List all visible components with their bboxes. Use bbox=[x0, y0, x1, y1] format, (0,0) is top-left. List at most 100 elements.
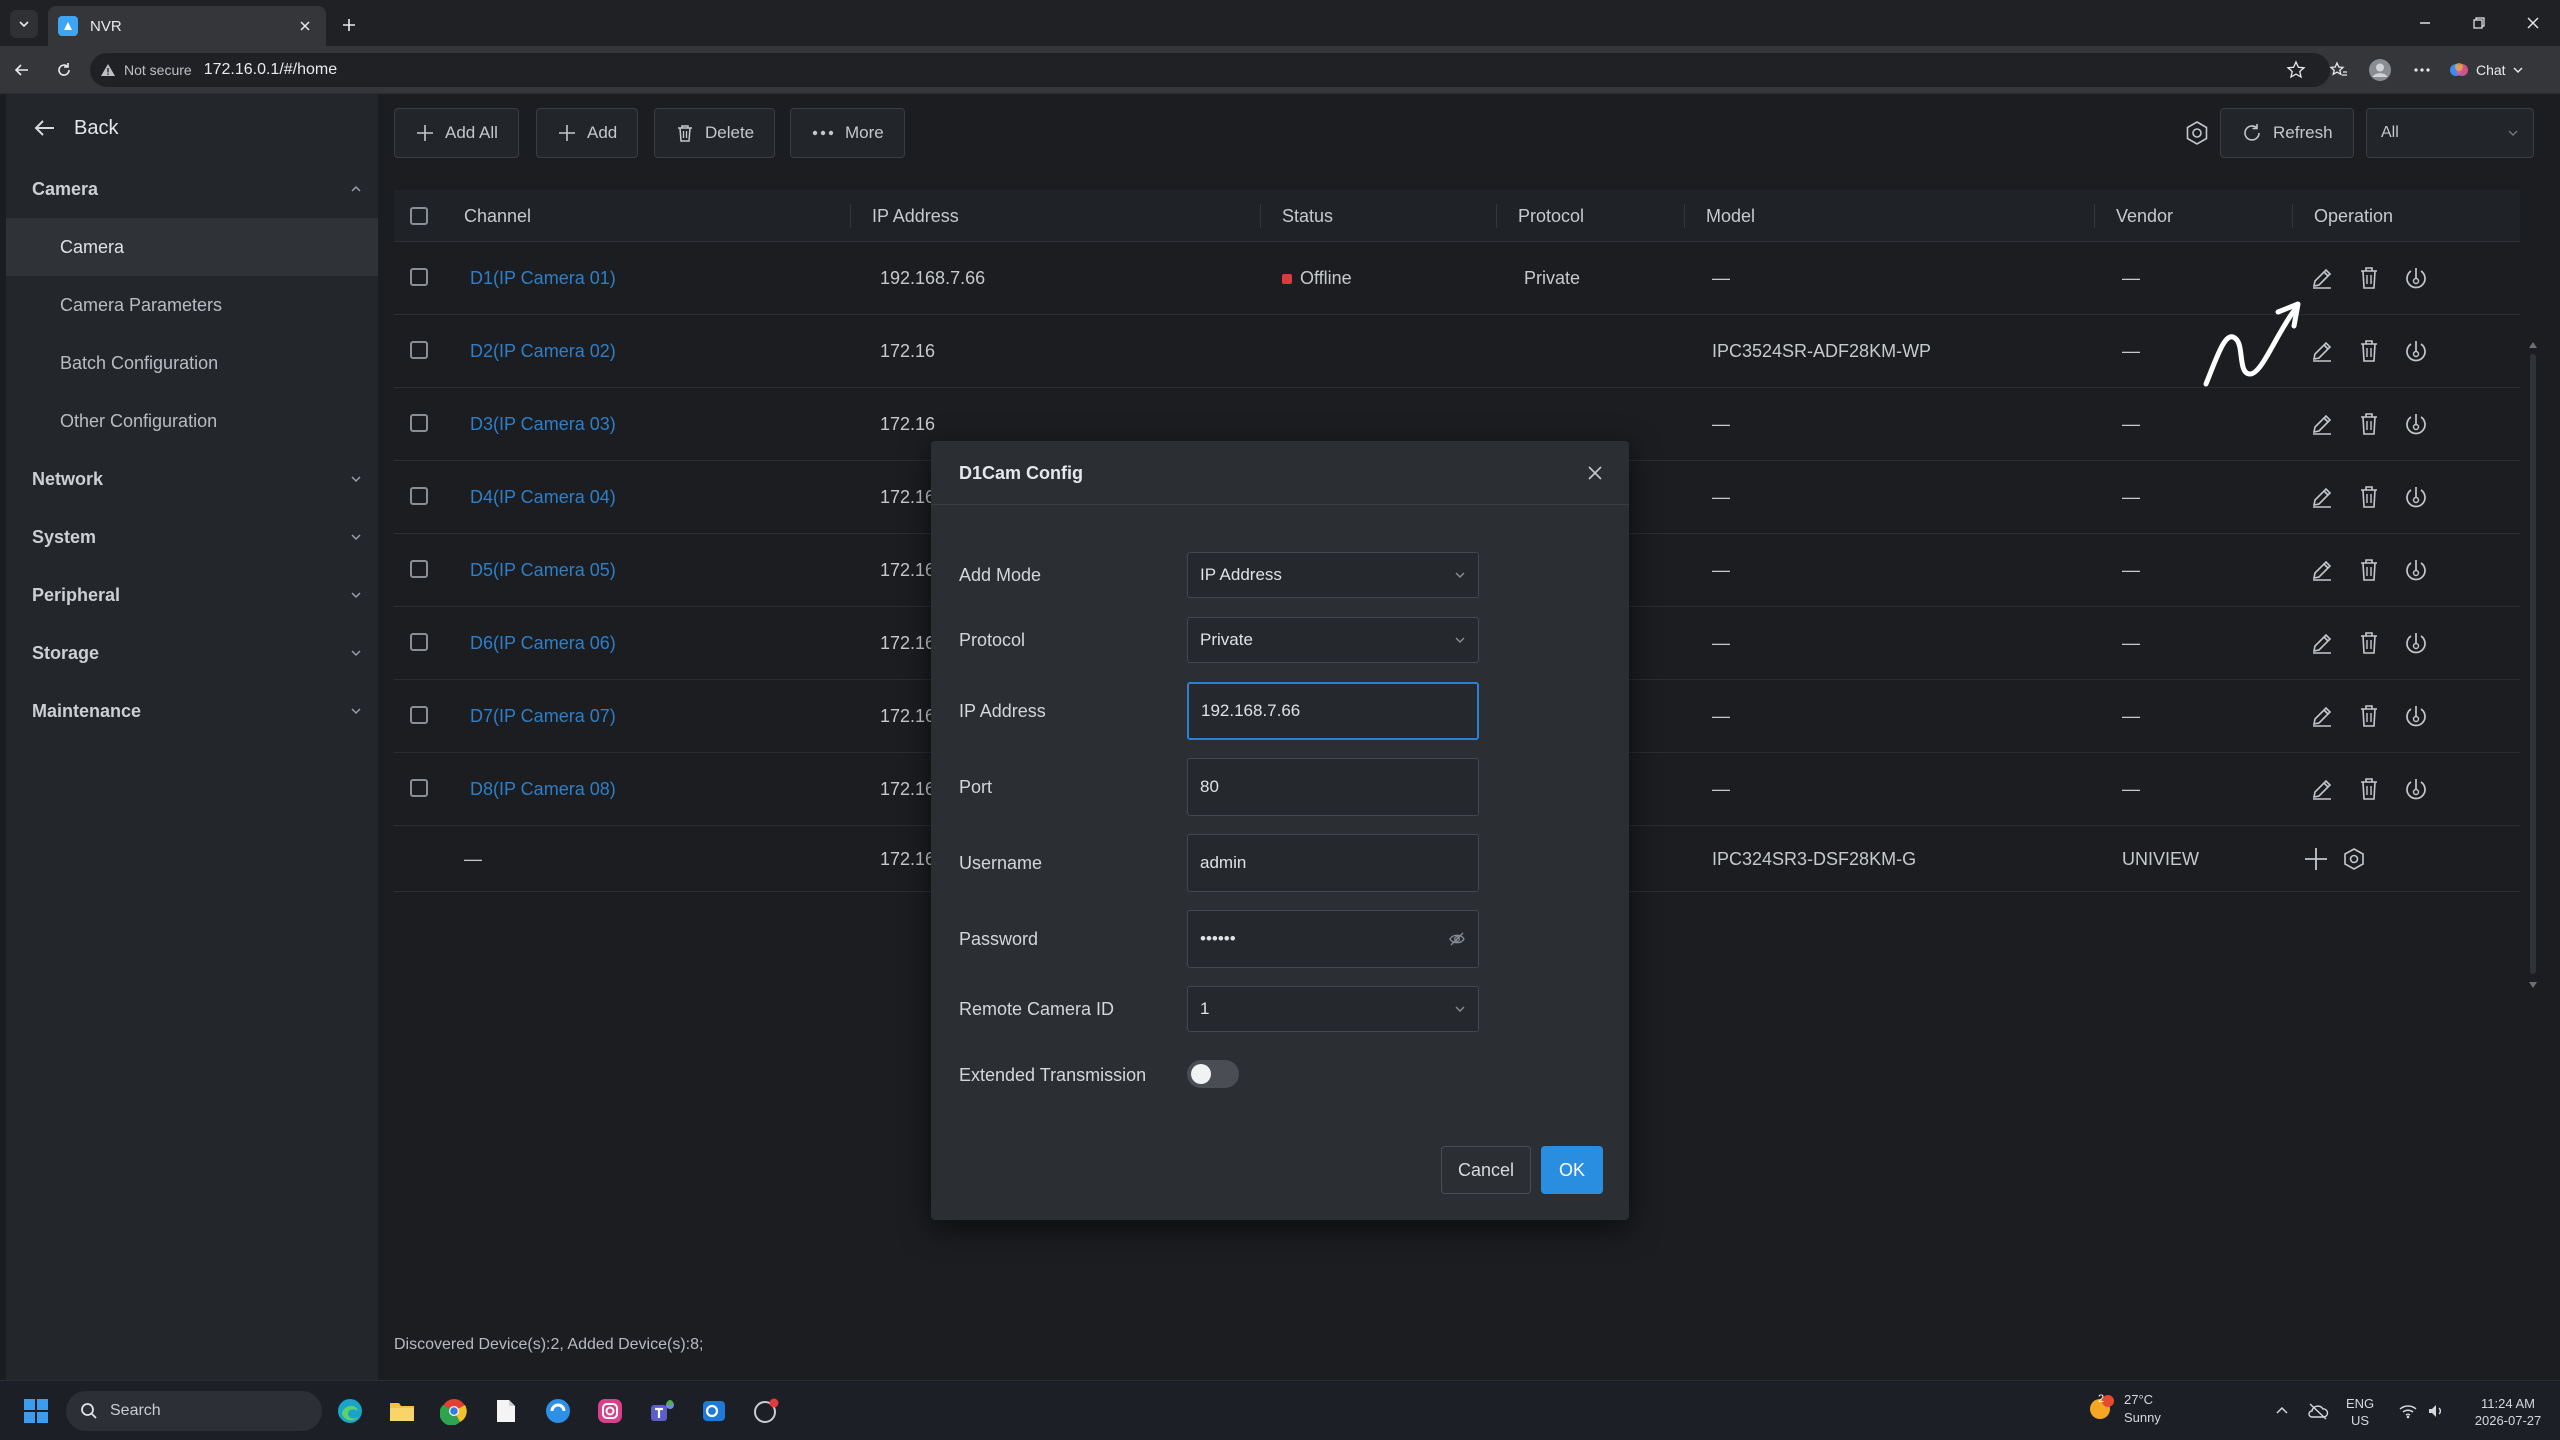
tab-list-button[interactable] bbox=[10, 10, 38, 38]
volume-icon[interactable] bbox=[2420, 1395, 2452, 1427]
edge-browser-icon[interactable] bbox=[334, 1395, 366, 1427]
clock[interactable]: 11:24 AM 2026-07-27 bbox=[2468, 1395, 2548, 1429]
channel-link[interactable]: D2(IP Camera 02) bbox=[470, 315, 616, 388]
reboot-icon[interactable] bbox=[2402, 556, 2430, 584]
profile-avatar-icon[interactable] bbox=[2368, 58, 2392, 82]
table-scrollbar[interactable] bbox=[2528, 340, 2538, 990]
channel-link[interactable]: D8(IP Camera 08) bbox=[470, 753, 616, 826]
notepad-icon[interactable] bbox=[490, 1395, 522, 1427]
trash-icon[interactable] bbox=[2355, 556, 2383, 584]
app-icon-instagram[interactable] bbox=[594, 1395, 626, 1427]
cloud-offline-icon[interactable] bbox=[2302, 1395, 2334, 1427]
reboot-icon[interactable] bbox=[2402, 702, 2430, 730]
teams-icon[interactable] bbox=[646, 1395, 678, 1427]
file-explorer-icon[interactable] bbox=[386, 1395, 418, 1427]
reboot-icon[interactable] bbox=[2402, 264, 2430, 292]
copilot-chat-button[interactable]: Chat bbox=[2448, 54, 2524, 86]
tab-close-icon[interactable] bbox=[294, 15, 316, 37]
reboot-icon[interactable] bbox=[2402, 483, 2430, 511]
new-tab-button[interactable] bbox=[336, 12, 362, 38]
reboot-icon[interactable] bbox=[2402, 410, 2430, 438]
ok-button[interactable]: OK bbox=[1541, 1146, 1603, 1194]
trash-icon[interactable] bbox=[2355, 410, 2383, 438]
channel-link[interactable]: D1(IP Camera 01) bbox=[470, 242, 616, 315]
trash-icon[interactable] bbox=[2355, 483, 2383, 511]
add-mode-select[interactable]: IP Address bbox=[1187, 552, 1479, 598]
reboot-icon[interactable] bbox=[2402, 337, 2430, 365]
sidebar-group-storage[interactable]: Storage bbox=[32, 638, 362, 668]
reboot-icon[interactable] bbox=[2402, 629, 2430, 657]
add-all-button[interactable]: Add All bbox=[394, 108, 519, 158]
username-input[interactable]: admin bbox=[1187, 834, 1479, 892]
edit-icon[interactable] bbox=[2308, 337, 2336, 365]
channel-link[interactable]: D5(IP Camera 05) bbox=[470, 534, 616, 607]
filter-select[interactable]: All bbox=[2366, 108, 2534, 158]
extended-transmission-toggle[interactable] bbox=[1187, 1060, 1239, 1088]
delete-button[interactable]: Delete bbox=[654, 108, 776, 158]
channel-link[interactable]: D3(IP Camera 03) bbox=[470, 388, 616, 461]
reload-button[interactable] bbox=[52, 58, 76, 82]
row-checkbox[interactable] bbox=[410, 706, 428, 724]
taskbar-search-box[interactable]: Search bbox=[66, 1391, 322, 1431]
trash-icon[interactable] bbox=[2355, 702, 2383, 730]
trash-icon[interactable] bbox=[2355, 775, 2383, 803]
app-icon-blue[interactable] bbox=[542, 1395, 574, 1427]
tray-chevron-up-icon[interactable] bbox=[2266, 1395, 2298, 1427]
row-checkbox[interactable] bbox=[410, 341, 428, 359]
eye-off-icon[interactable] bbox=[1448, 930, 1466, 948]
row-checkbox[interactable] bbox=[410, 487, 428, 505]
window-minimize-button[interactable] bbox=[2412, 10, 2438, 36]
row-checkbox[interactable] bbox=[410, 779, 428, 797]
back-nav-button[interactable] bbox=[10, 58, 34, 82]
browser-tab-nvr[interactable]: NVR bbox=[48, 6, 326, 46]
edit-icon[interactable] bbox=[2308, 775, 2336, 803]
password-input[interactable]: •••••• bbox=[1187, 910, 1479, 968]
protocol-select[interactable]: Private bbox=[1187, 617, 1479, 663]
trash-icon[interactable] bbox=[2355, 629, 2383, 657]
edit-icon[interactable] bbox=[2308, 410, 2336, 438]
sidebar-group-network[interactable]: Network bbox=[32, 464, 362, 494]
remote-camera-id-select[interactable]: 1 bbox=[1187, 986, 1479, 1032]
edit-icon[interactable] bbox=[2308, 629, 2336, 657]
row-checkbox[interactable] bbox=[410, 633, 428, 651]
sidebar-group-camera[interactable]: Camera bbox=[32, 174, 362, 204]
add-button[interactable]: Add bbox=[536, 108, 639, 158]
edit-icon[interactable] bbox=[2308, 556, 2336, 584]
settings-gear-icon[interactable] bbox=[2340, 845, 2368, 873]
select-all-checkbox[interactable] bbox=[410, 207, 428, 225]
channel-link[interactable]: D7(IP Camera 07) bbox=[470, 680, 616, 753]
language-indicator[interactable]: ENG US bbox=[2346, 1395, 2374, 1429]
add-device-icon[interactable] bbox=[2302, 845, 2330, 873]
chrome-icon[interactable] bbox=[438, 1395, 470, 1427]
row-checkbox[interactable] bbox=[410, 414, 428, 432]
url-bar[interactable]: Not secure 172.16.0.1/#/home bbox=[90, 53, 2330, 87]
settings-gear-icon[interactable] bbox=[2184, 120, 2210, 146]
sidebar-item-other-configuration[interactable]: Other Configuration bbox=[6, 392, 378, 450]
sidebar-item-batch-configuration[interactable]: Batch Configuration bbox=[6, 334, 378, 392]
edit-icon[interactable] bbox=[2308, 483, 2336, 511]
channel-link[interactable]: D4(IP Camera 04) bbox=[470, 461, 616, 534]
window-restore-button[interactable] bbox=[2466, 10, 2492, 36]
refresh-button[interactable]: Refresh bbox=[2220, 108, 2354, 158]
close-icon[interactable] bbox=[1585, 463, 1607, 485]
trash-icon[interactable] bbox=[2355, 337, 2383, 365]
back-button[interactable]: Back bbox=[34, 112, 118, 144]
sidebar-item-camera[interactable]: Camera bbox=[6, 218, 378, 276]
port-input[interactable]: 80 bbox=[1187, 758, 1479, 816]
favorites-icon[interactable] bbox=[2327, 58, 2351, 82]
row-checkbox[interactable] bbox=[410, 560, 428, 578]
edit-icon[interactable] bbox=[2308, 264, 2336, 292]
sidebar-group-maintenance[interactable]: Maintenance bbox=[32, 696, 362, 726]
windows-start-icon[interactable] bbox=[20, 1395, 52, 1427]
ip-address-input[interactable]: 192.168.7.66 bbox=[1187, 682, 1479, 740]
sidebar-group-peripheral[interactable]: Peripheral bbox=[32, 580, 362, 610]
window-close-button[interactable] bbox=[2520, 10, 2546, 36]
bookmark-star-icon[interactable] bbox=[2284, 58, 2308, 82]
more-menu-icon[interactable] bbox=[2410, 58, 2434, 82]
sidebar-item-camera-parameters[interactable]: Camera Parameters bbox=[6, 276, 378, 334]
cancel-button[interactable]: Cancel bbox=[1441, 1146, 1531, 1194]
outlook-icon[interactable] bbox=[698, 1395, 730, 1427]
edit-icon[interactable] bbox=[2308, 702, 2336, 730]
more-button[interactable]: More bbox=[790, 108, 905, 158]
sidebar-group-system[interactable]: System bbox=[32, 522, 362, 552]
